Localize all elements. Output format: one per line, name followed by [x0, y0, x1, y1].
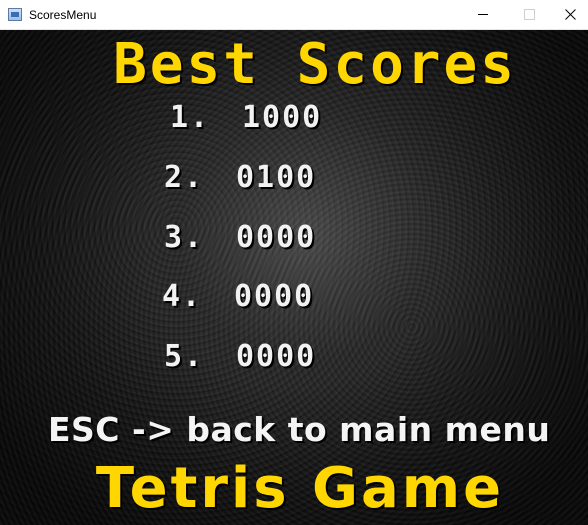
- score-rank: 4.: [162, 279, 203, 314]
- game-canvas: Best Scores 1. 1000 2. 0100 3. 0000 4. 0000 …: [0, 30, 588, 525]
- score-row-4: 4. 0000: [162, 277, 314, 317]
- score-rank: 1.: [170, 100, 211, 135]
- score-rank: 5.: [164, 339, 205, 374]
- window-app-icon: [8, 8, 22, 21]
- score-rank: 3.: [164, 220, 205, 255]
- score-value: 0000: [236, 339, 317, 374]
- score-row-5: 5. 0000: [164, 337, 316, 377]
- score-rank: 2.: [164, 160, 205, 195]
- game-title: Tetris Game: [95, 456, 505, 521]
- window-title: ScoresMenu: [29, 8, 97, 22]
- scores-menu-window: ScoresMenu Best Scores 1. 1000 2. 0100 3. 0…: [0, 0, 588, 525]
- score-value: 0000: [234, 279, 315, 314]
- score-row-2: 2. 0100: [164, 158, 316, 198]
- score-value: 1000: [242, 100, 323, 135]
- score-row-1: 1. 1000: [170, 98, 322, 138]
- title-bar[interactable]: ScoresMenu: [0, 0, 588, 30]
- score-value: 0000: [236, 220, 317, 255]
- score-row-3: 3. 0000: [164, 218, 316, 258]
- close-icon: [565, 9, 576, 20]
- maximize-button[interactable]: [506, 0, 552, 29]
- minimize-button[interactable]: [460, 0, 506, 29]
- back-hint: ESC -> back to main menu: [48, 410, 551, 449]
- score-value: 0100: [236, 160, 317, 195]
- close-button[interactable]: [552, 0, 588, 29]
